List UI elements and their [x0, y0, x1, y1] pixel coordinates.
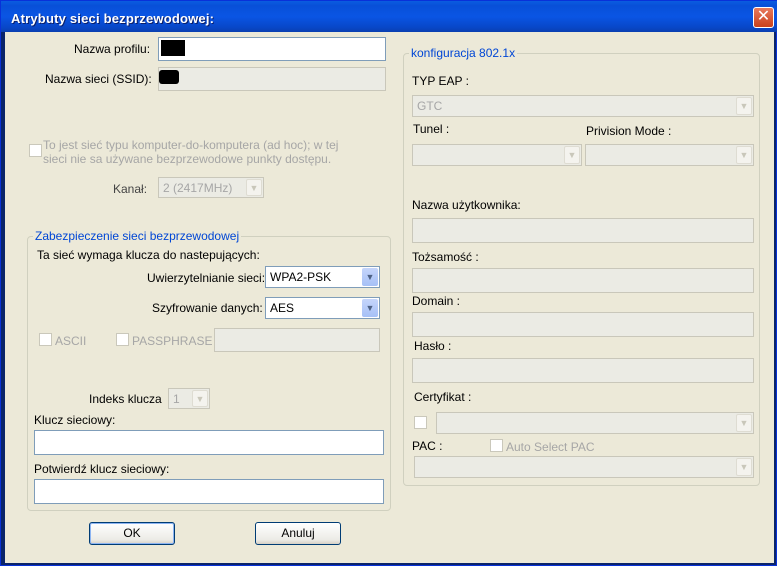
- auto-pac-label: Auto Select PAC: [506, 440, 595, 454]
- chevron-down-icon: ▼: [246, 179, 262, 196]
- pac-select[interactable]: ▼: [414, 456, 754, 478]
- chevron-down-icon: ▼: [192, 390, 208, 407]
- security-intro: Ta sieć wymaga klucza do nastepujących:: [37, 248, 260, 262]
- ssid-input[interactable]: [158, 67, 386, 91]
- pac-label: PAC :: [412, 439, 443, 453]
- close-icon: ✕: [756, 8, 771, 25]
- security-group-title: Zabezpieczenie sieci bezprzewodowej: [33, 229, 242, 243]
- dialog-window: Atrybuty sieci bezprzewodowej: ✕ Nazwa p…: [0, 0, 777, 566]
- password-label: Hasło :: [414, 339, 452, 353]
- chevron-down-icon: ▼: [736, 146, 752, 164]
- chevron-down-icon: ▼: [736, 97, 752, 115]
- confirm-key-input[interactable]: [34, 479, 384, 504]
- ascii-label: ASCII: [55, 334, 87, 348]
- eap-type-select[interactable]: GTC ▼: [412, 95, 754, 117]
- cancel-button[interactable]: Anuluj: [255, 522, 341, 545]
- ok-button[interactable]: OK: [89, 522, 175, 545]
- key-index-value: 1: [173, 392, 180, 406]
- redacted-mark: [161, 40, 185, 56]
- channel-select[interactable]: 2 (2417MHz) ▼: [158, 177, 264, 198]
- redacted-mark: [159, 70, 179, 84]
- tunnel-select[interactable]: ▼: [412, 144, 582, 166]
- channel-value: 2 (2417MHz): [163, 181, 233, 195]
- passphrase-input[interactable]: [214, 328, 380, 352]
- network-key-input[interactable]: [34, 430, 384, 455]
- eap-group-title: konfiguracja 802.1x: [409, 46, 518, 60]
- channel-label: Kanał:: [113, 182, 148, 196]
- auth-select[interactable]: WPA2-PSK ▼: [265, 266, 380, 288]
- dialog-body: Nazwa profilu: Nazwa sieci (SSID): To je…: [5, 32, 774, 563]
- username-input[interactable]: [412, 218, 754, 243]
- chevron-down-icon: ▼: [362, 268, 378, 286]
- ssid-label: Nazwa sieci (SSID):: [45, 72, 152, 86]
- encryption-label: Szyfrowanie danych:: [152, 301, 263, 315]
- profile-name-input[interactable]: [158, 37, 386, 61]
- key-index-select[interactable]: 1 ▼: [168, 388, 210, 409]
- adhoc-label-line1: To jest sieć typu komputer-do-komputera …: [43, 138, 339, 152]
- password-input[interactable]: [412, 358, 754, 383]
- ascii-checkbox[interactable]: [39, 333, 52, 346]
- adhoc-label-line2: sieci nie sa używane bezprzewodowe punkt…: [43, 152, 332, 166]
- confirm-key-label: Potwierdź klucz sieciowy:: [34, 462, 170, 476]
- eap-type-label: TYP EAP :: [412, 74, 469, 88]
- chevron-down-icon: ▼: [362, 299, 378, 317]
- window-title: Atrybuty sieci bezprzewodowej:: [11, 11, 215, 26]
- identity-input[interactable]: [412, 268, 754, 293]
- chevron-down-icon: ▼: [564, 146, 580, 164]
- chevron-down-icon: ▼: [736, 458, 752, 476]
- provision-mode-select[interactable]: ▼: [585, 144, 754, 166]
- username-label: Nazwa użytkownika:: [412, 198, 521, 212]
- title-bar[interactable]: Atrybuty sieci bezprzewodowej: ✕: [1, 1, 777, 32]
- passphrase-checkbox[interactable]: [116, 333, 129, 346]
- close-button[interactable]: ✕: [753, 7, 774, 28]
- tunnel-label: Tunel :: [413, 122, 450, 136]
- domain-label: Domain :: [412, 294, 461, 308]
- auto-pac-checkbox[interactable]: [490, 439, 503, 452]
- domain-input[interactable]: [412, 312, 754, 337]
- auth-label: Uwierzytelnianie sieci:: [147, 271, 266, 285]
- certificate-checkbox[interactable]: [414, 416, 427, 429]
- encryption-select[interactable]: AES ▼: [265, 297, 380, 319]
- network-key-label: Klucz sieciowy:: [34, 413, 116, 427]
- identity-label: Tożsamość :: [412, 250, 479, 264]
- provision-mode-label: Privision Mode :: [586, 124, 672, 138]
- profile-name-label: Nazwa profilu:: [74, 42, 151, 56]
- certificate-select[interactable]: ▼: [436, 412, 754, 434]
- passphrase-label: PASSPHRASE: [132, 334, 213, 348]
- eap-type-value: GTC: [417, 99, 443, 113]
- auth-value: WPA2-PSK: [270, 270, 332, 284]
- key-index-label: Indeks klucza: [89, 392, 162, 406]
- chevron-down-icon: ▼: [736, 414, 752, 432]
- adhoc-checkbox[interactable]: [29, 144, 42, 157]
- encryption-value: AES: [270, 301, 295, 315]
- certificate-label: Certyfikat :: [414, 390, 472, 404]
